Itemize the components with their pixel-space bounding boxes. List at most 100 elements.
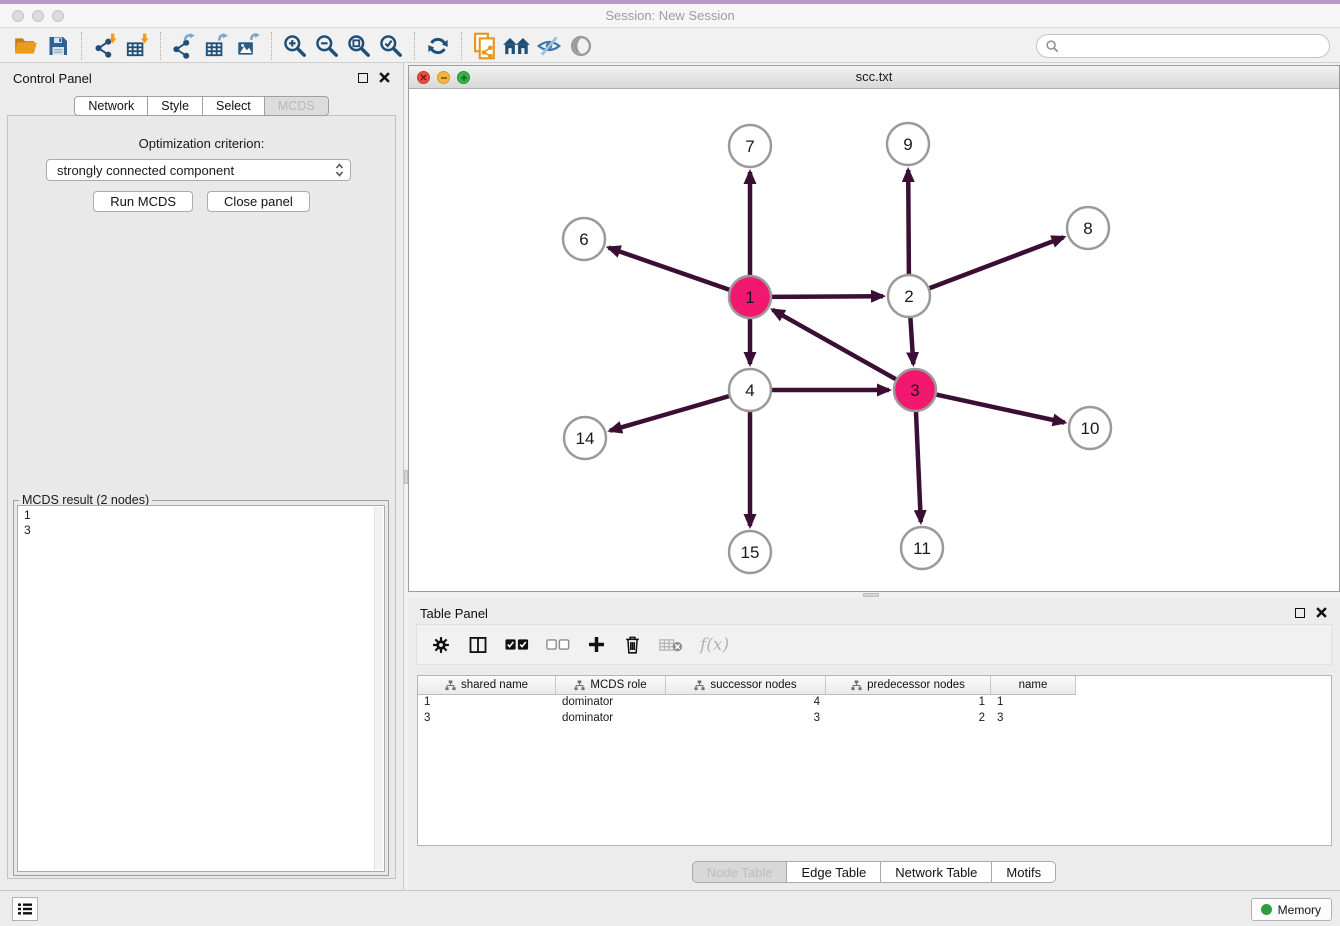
cell-name[interactable]: 3: [991, 711, 1076, 727]
graph-edge-3-10[interactable]: [935, 394, 1065, 422]
graph-edge-3-11[interactable]: [916, 410, 921, 522]
graph-node-14[interactable]: 14: [564, 417, 606, 459]
status-bar: Memory: [0, 890, 1340, 926]
run-mcds-button[interactable]: Run MCDS: [93, 191, 193, 212]
column-header-mcds-role[interactable]: MCDS role: [556, 676, 666, 695]
float-panel-button[interactable]: [358, 73, 368, 83]
column-label: predecessor nodes: [867, 679, 965, 691]
float-table-panel-button[interactable]: [1295, 608, 1305, 618]
search-input[interactable]: [1060, 39, 1329, 53]
main-toolbar: [0, 29, 1340, 63]
function-builder-button[interactable]: f(x): [700, 635, 729, 655]
column-header-predecessor-nodes[interactable]: predecessor nodes: [826, 676, 991, 695]
table-settings-button[interactable]: [431, 635, 451, 655]
graph-node-label: 6: [579, 230, 588, 249]
close-panel-button[interactable]: Close panel: [207, 191, 310, 212]
tab-motifs[interactable]: Motifs: [992, 861, 1056, 883]
close-table-panel-icon[interactable]: [1316, 607, 1327, 618]
save-icon: [46, 34, 70, 58]
tab-mcds[interactable]: MCDS: [265, 96, 329, 116]
home-button[interactable]: [501, 31, 533, 61]
graph-node-8[interactable]: 8: [1067, 207, 1109, 249]
mcds-result-textarea[interactable]: 1 3: [17, 505, 385, 872]
tab-network-table[interactable]: Network Table: [881, 861, 992, 883]
graph-node-2[interactable]: 2: [888, 275, 930, 317]
result-scrollbar[interactable]: [374, 507, 383, 870]
cell-predecessor-nodes[interactable]: 2: [826, 711, 991, 727]
import-table-button[interactable]: [121, 31, 153, 61]
graph-node-7[interactable]: 7: [729, 125, 771, 167]
export-network-button[interactable]: [168, 31, 200, 61]
hide-details-button[interactable]: [533, 31, 565, 61]
graph-node-1[interactable]: 1: [729, 276, 771, 318]
column-label: shared name: [461, 679, 528, 691]
graph-edge-2-9[interactable]: [908, 170, 909, 276]
table-row[interactable]: 3 dominator 3 2 3: [418, 711, 1331, 727]
cell-shared-name[interactable]: 3: [418, 711, 556, 727]
zoom-out-button[interactable]: [311, 31, 343, 61]
task-history-button[interactable]: [12, 897, 38, 921]
duplicate-network-button[interactable]: [469, 31, 501, 61]
graph-node-10[interactable]: 10: [1069, 407, 1111, 449]
export-table-button[interactable]: [200, 31, 232, 61]
cell-shared-name[interactable]: 1: [418, 695, 556, 711]
save-session-button[interactable]: [42, 31, 74, 61]
refresh-button[interactable]: [422, 31, 454, 61]
network-window-titlebar[interactable]: scc.txt: [409, 66, 1339, 89]
graph-edge-2-3[interactable]: [910, 316, 913, 364]
column-header-shared-name[interactable]: shared name: [418, 676, 556, 695]
cell-successor-nodes[interactable]: 4: [666, 695, 826, 711]
show-details-button[interactable]: [565, 31, 597, 61]
graph-node-15[interactable]: 15: [729, 531, 771, 573]
select-all-button[interactable]: [505, 638, 529, 651]
graph-node-label: 11: [913, 539, 931, 558]
column-view-button[interactable]: [468, 635, 488, 655]
graph-node-11[interactable]: 11: [901, 527, 943, 569]
graph-node-label: 15: [741, 543, 760, 562]
network-graph[interactable]: 1 2 3 4 6 7 8 9 10 11 14 15: [409, 89, 1339, 591]
tab-select[interactable]: Select: [203, 96, 265, 116]
search-field[interactable]: [1036, 34, 1330, 58]
column-label: name: [1019, 679, 1048, 691]
graph-edge-1-6[interactable]: [609, 248, 732, 291]
import-network-button[interactable]: [89, 31, 121, 61]
graph-edge-1-2[interactable]: [770, 296, 883, 297]
graph-node-9[interactable]: 9: [887, 123, 929, 165]
tab-edge-table[interactable]: Edge Table: [787, 861, 881, 883]
graph-edge-4-14[interactable]: [610, 396, 731, 431]
export-image-button[interactable]: [232, 31, 264, 61]
open-folder-icon: [13, 33, 39, 59]
graph-edge-3-1[interactable]: [773, 310, 898, 380]
node-table[interactable]: shared name MCDS role successor nodes pr…: [417, 675, 1332, 846]
zoom-selected-button[interactable]: [375, 31, 407, 61]
deselect-all-button[interactable]: [546, 638, 570, 651]
column-header-successor-nodes[interactable]: successor nodes: [666, 676, 826, 695]
zoom-fit-button[interactable]: [343, 31, 375, 61]
graph-node-4[interactable]: 4: [729, 369, 771, 411]
cell-mcds-role[interactable]: dominator: [556, 695, 666, 711]
add-column-button[interactable]: [587, 635, 606, 654]
zoom-in-button[interactable]: [279, 31, 311, 61]
criterion-dropdown[interactable]: strongly connected component: [46, 159, 351, 181]
network-canvas[interactable]: 1 2 3 4 6 7 8 9 10 11 14 15: [409, 89, 1339, 591]
cell-mcds-role[interactable]: dominator: [556, 711, 666, 727]
cell-successor-nodes[interactable]: 3: [666, 711, 826, 727]
splitter-grip[interactable]: [863, 593, 879, 597]
cell-name[interactable]: 1: [991, 695, 1076, 711]
attribute-icon: [851, 680, 862, 691]
graph-node-3[interactable]: 3: [894, 369, 936, 411]
column-header-name[interactable]: name: [991, 676, 1076, 695]
close-panel-icon[interactable]: [379, 72, 390, 83]
table-row[interactable]: 1 dominator 4 1 1: [418, 695, 1331, 711]
delete-column-button[interactable]: [623, 634, 642, 655]
open-session-button[interactable]: [10, 31, 42, 61]
tab-node-table[interactable]: Node Table: [692, 861, 788, 883]
tab-style[interactable]: Style: [148, 96, 203, 116]
memory-button[interactable]: Memory: [1251, 898, 1332, 921]
graph-node-6[interactable]: 6: [563, 218, 605, 260]
delete-table-button[interactable]: [659, 637, 683, 653]
tab-network[interactable]: Network: [74, 96, 148, 116]
graph-edge-2-8[interactable]: [928, 237, 1064, 289]
cell-predecessor-nodes[interactable]: 1: [826, 695, 991, 711]
list-icon: [17, 902, 33, 916]
